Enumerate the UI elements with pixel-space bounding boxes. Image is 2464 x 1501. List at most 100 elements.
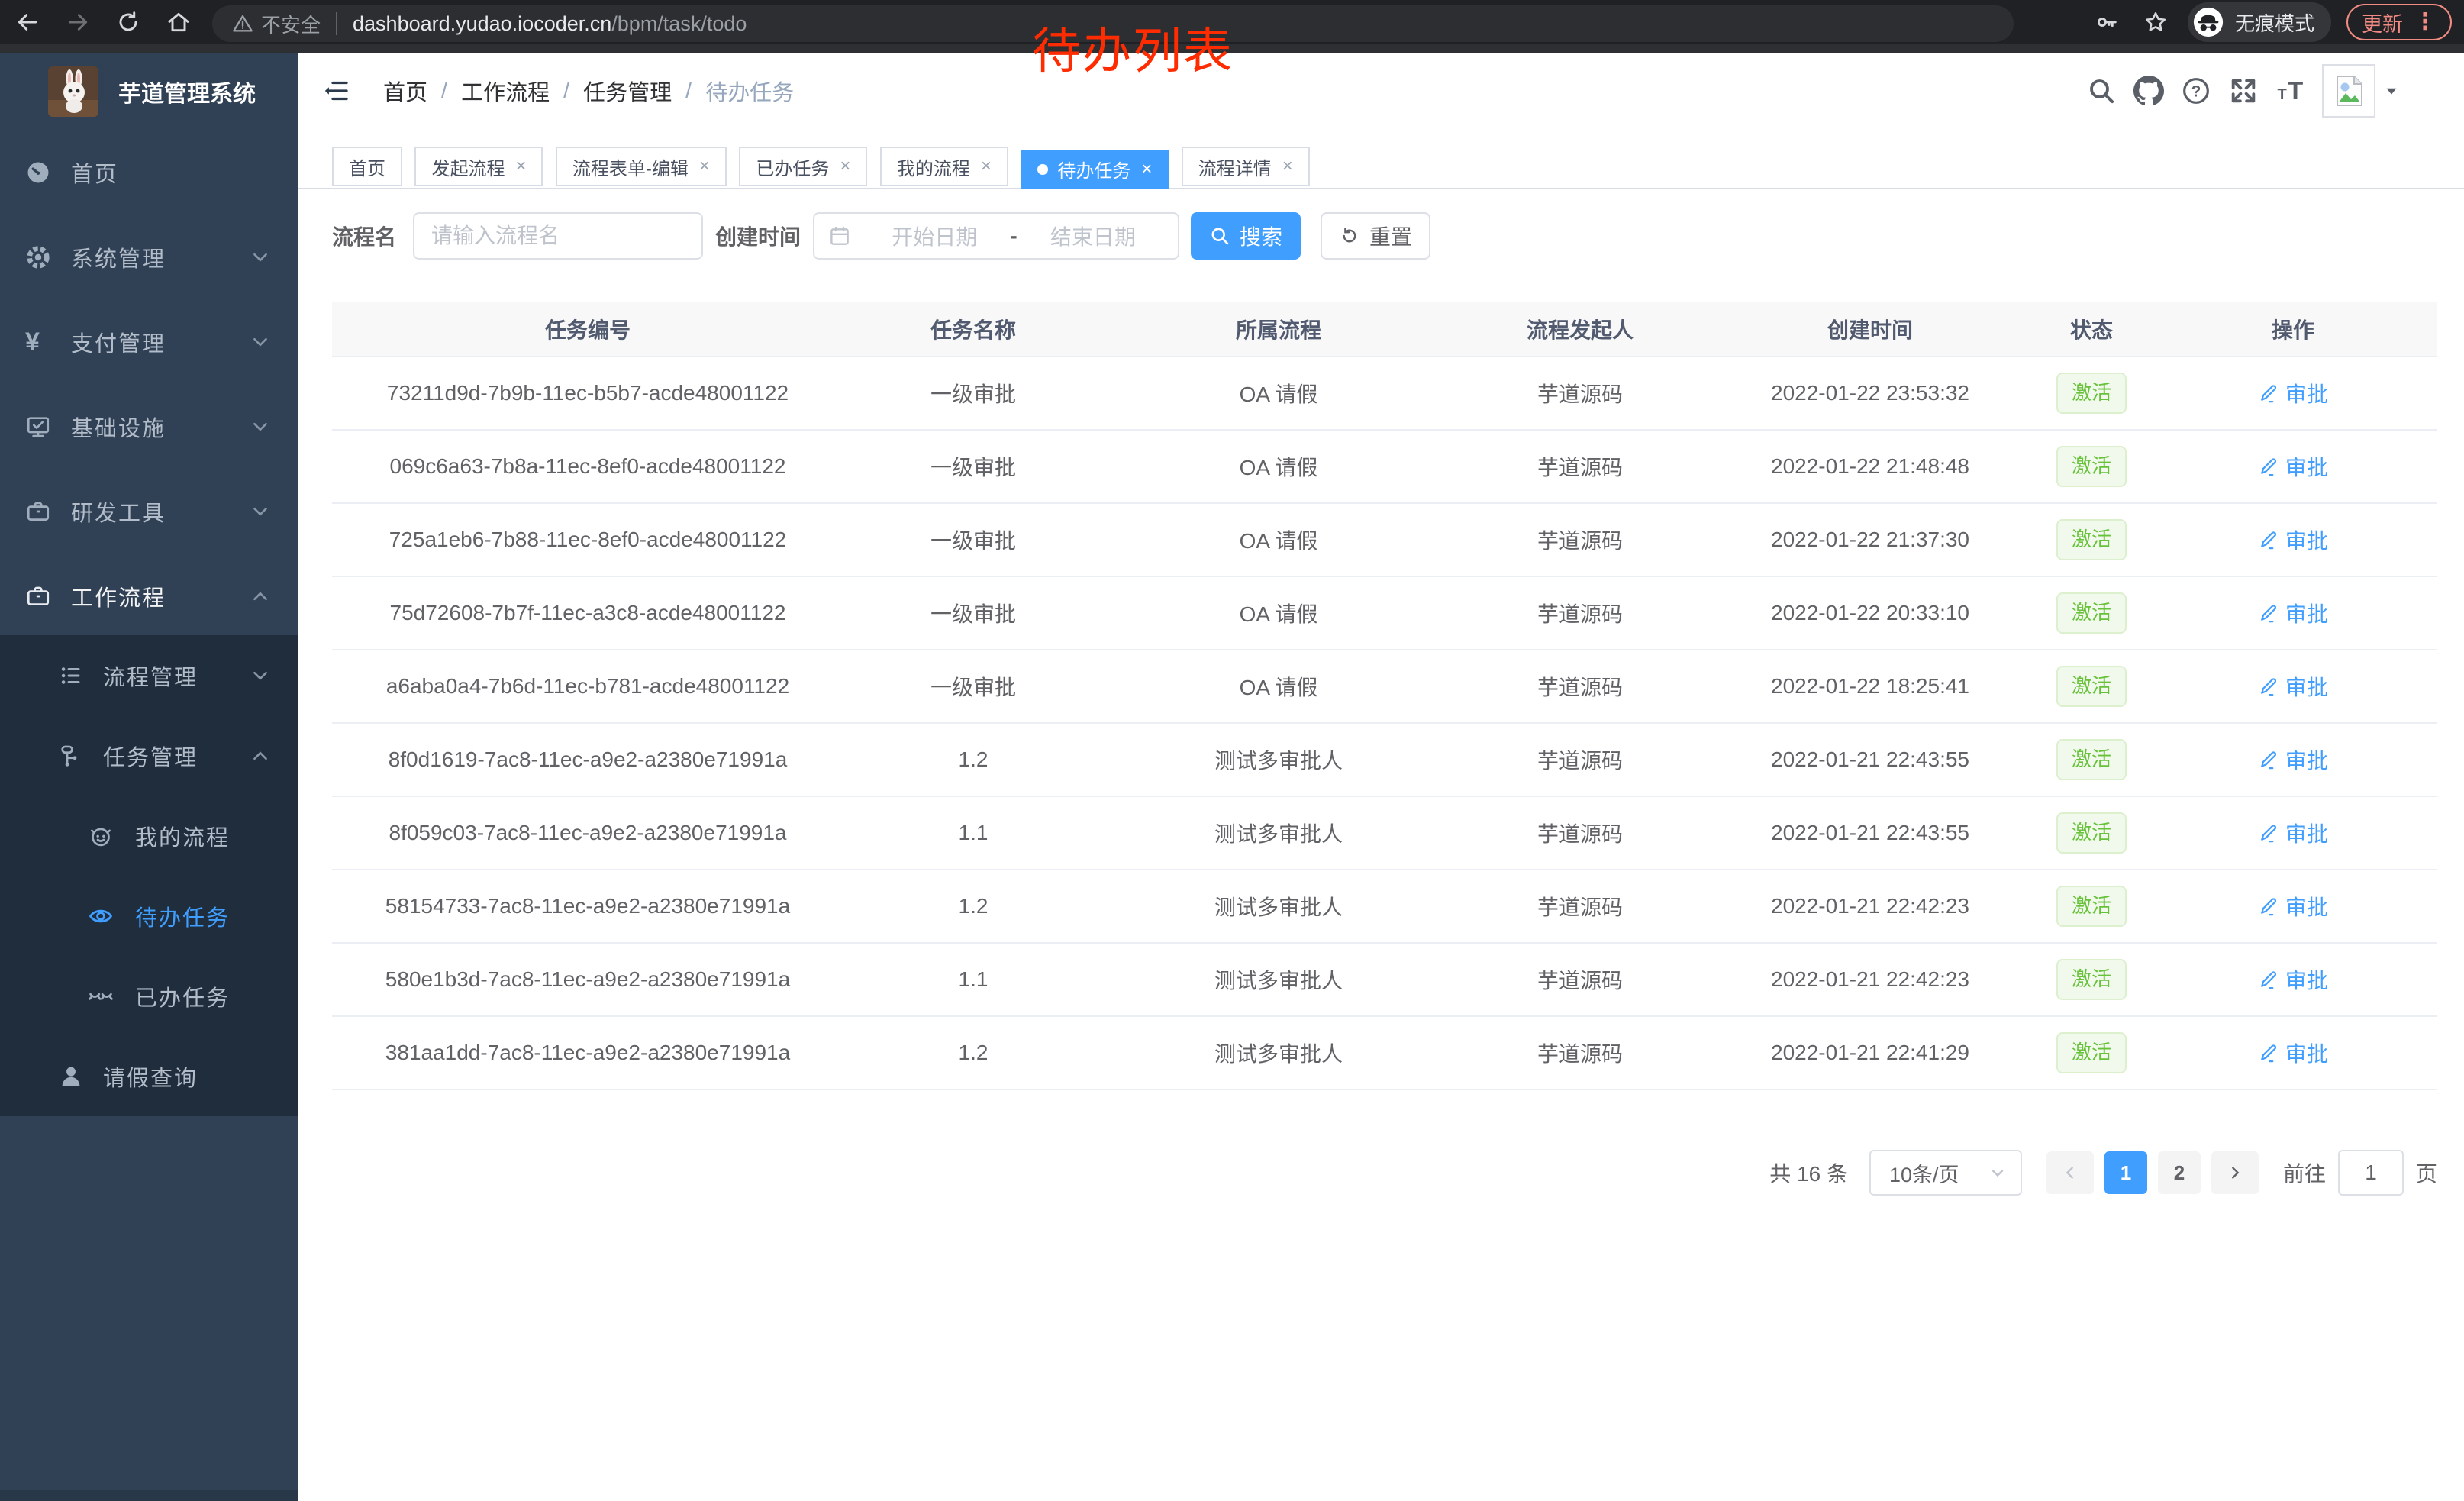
approve-link[interactable]: 审批 (2258, 891, 2328, 922)
task-time: 2022-01-22 21:37:30 (1706, 503, 2034, 576)
top-navbar: 首页 / 工作流程 / 任务管理 / 待办任务 ? (298, 53, 2464, 128)
page-button-2[interactable]: 2 (2158, 1151, 2201, 1194)
sidebar-item-label: 工作流程 (71, 580, 166, 612)
tab-home[interactable]: 首页 (332, 147, 402, 186)
sidebar-item-process-mgmt[interactable]: 流程管理 (0, 635, 298, 715)
page-size-select[interactable]: 10条/页 (1869, 1150, 2022, 1196)
breadcrumb-item[interactable]: 工作流程 (461, 75, 550, 107)
close-icon[interactable]: × (981, 157, 992, 176)
approve-link[interactable]: 审批 (2258, 378, 2328, 408)
status-badge: 激活 (2056, 666, 2127, 706)
browser-menu-icon[interactable]: ⋮ (2414, 11, 2437, 34)
tab-my-process[interactable]: 我的流程 × (880, 147, 1008, 186)
task-process: 测试多审批人 (1103, 796, 1454, 870)
sidebar-item-my-process[interactable]: 我的流程 (0, 796, 298, 876)
search-button[interactable]: 搜索 (1191, 212, 1301, 260)
navbar-actions: ? TT (2078, 53, 2464, 128)
task-id: 069c6a63-7b8a-11ec-8ef0-acde48001122 (332, 430, 843, 503)
status-badge: 激活 (2056, 1032, 2127, 1073)
close-icon[interactable]: × (1141, 160, 1152, 179)
user-avatar[interactable] (2322, 64, 2375, 118)
task-process: OA 请假 (1103, 650, 1454, 723)
sidebar-collapse-bar[interactable] (0, 1490, 298, 1501)
table-row: a6aba0a4-7b6d-11ec-b781-acde48001122 一级审… (332, 650, 2437, 723)
sidebar-item-infra[interactable]: 基础设施 (0, 384, 298, 469)
date-range-picker[interactable]: 开始日期 - 结束日期 (813, 212, 1179, 260)
briefcase-icon (25, 583, 51, 609)
approve-link[interactable]: 审批 (2258, 598, 2328, 628)
sidebar-item-home[interactable]: 首页 (0, 130, 298, 215)
column-header: 流程发起人 (1454, 302, 1706, 357)
sidebar-item-devtools[interactable]: 研发工具 (0, 469, 298, 554)
approve-link[interactable]: 审批 (2258, 451, 2328, 482)
edit-pen-icon (2258, 602, 2279, 624)
sidebar-item-label: 系统管理 (71, 241, 166, 273)
chevron-up-icon (250, 746, 270, 766)
close-icon[interactable]: × (840, 157, 850, 176)
forward-icon[interactable] (61, 5, 95, 39)
tab-form-edit[interactable]: 流程表单-编辑 × (556, 147, 727, 186)
caret-down-icon[interactable] (2383, 82, 2400, 99)
back-icon[interactable] (11, 5, 44, 39)
task-starter: 芋道源码 (1454, 870, 1706, 943)
page-button-1[interactable]: 1 (2104, 1151, 2147, 1194)
reset-button[interactable]: 重置 (1321, 212, 1430, 260)
sidebar-item-workflow[interactable]: 工作流程 (0, 554, 298, 638)
sidebar-item-payment[interactable]: ¥ 支付管理 (0, 299, 298, 384)
approve-label: 审批 (2285, 744, 2328, 775)
breadcrumb-item[interactable]: 任务管理 (583, 75, 672, 107)
edit-pen-icon (2258, 1042, 2279, 1064)
sidebar-item-done-tasks[interactable]: 已办任务 (0, 956, 298, 1036)
approve-link[interactable]: 审批 (2258, 744, 2328, 775)
breadcrumb-item[interactable]: 首页 (383, 75, 427, 107)
process-name-input[interactable] (413, 212, 703, 260)
not-secure-icon (232, 13, 253, 34)
goto-page-input[interactable] (2338, 1150, 2404, 1196)
approve-label: 审批 (2285, 378, 2328, 408)
tab-done-tasks[interactable]: 已办任务 × (739, 147, 867, 186)
tab-todo-tasks[interactable]: 待办任务 × (1021, 150, 1169, 189)
github-icon[interactable] (2125, 67, 2172, 115)
approve-link[interactable]: 审批 (2258, 964, 2328, 995)
tab-process-detail[interactable]: 流程详情 × (1182, 147, 1310, 186)
task-process: 测试多审批人 (1103, 943, 1454, 1016)
sidebar-item-system[interactable]: 系统管理 (0, 215, 298, 299)
close-icon[interactable]: × (515, 157, 526, 176)
approve-link[interactable]: 审批 (2258, 671, 2328, 702)
next-page-button[interactable] (2211, 1151, 2259, 1194)
task-name: 一级审批 (843, 576, 1103, 650)
logo-row[interactable]: 芋道管理系统 (0, 53, 298, 130)
column-header: 所属流程 (1103, 302, 1454, 357)
close-icon[interactable]: × (1282, 157, 1293, 176)
approve-link[interactable]: 审批 (2258, 525, 2328, 555)
sidebar-item-leave-query[interactable]: 请假查询 (0, 1036, 298, 1116)
table-row: 580e1b3d-7ac8-11ec-a9e2-a2380e71991a 1.1… (332, 943, 2437, 1016)
update-button[interactable]: 更新 ⋮ (2346, 4, 2452, 40)
sidebar-item-todo-tasks[interactable]: 待办任务 (0, 876, 298, 956)
close-icon[interactable]: × (699, 157, 710, 176)
chevron-down-icon (1988, 1164, 2007, 1182)
key-icon[interactable] (2090, 5, 2124, 39)
bookmark-star-icon[interactable] (2139, 5, 2172, 39)
approve-link[interactable]: 审批 (2258, 1038, 2328, 1068)
task-id: 73211d9d-7b9b-11ec-b5b7-acde48001122 (332, 357, 843, 430)
start-date-placeholder: 开始日期 (863, 221, 1005, 251)
reload-icon[interactable] (111, 5, 145, 39)
hamburger-icon[interactable] (321, 74, 354, 108)
fullscreen-icon[interactable] (2220, 67, 2267, 115)
home-icon[interactable] (162, 5, 195, 39)
yen-icon: ¥ (25, 329, 40, 355)
table-row: 725a1eb6-7b88-11ec-8ef0-acde48001122 一级审… (332, 503, 2437, 576)
task-starter: 芋道源码 (1454, 650, 1706, 723)
font-size-icon[interactable]: TT (2267, 67, 2314, 115)
task-process: 测试多审批人 (1103, 870, 1454, 943)
approve-link[interactable]: 审批 (2258, 818, 2328, 848)
help-icon[interactable]: ? (2172, 67, 2220, 115)
sidebar-item-task-mgmt[interactable]: 任务管理 (0, 715, 298, 796)
tab-start-process[interactable]: 发起流程 × (414, 147, 543, 186)
approve-label: 审批 (2285, 964, 2328, 995)
search-icon[interactable] (2078, 67, 2125, 115)
update-label: 更新 (2362, 8, 2403, 37)
incognito-icon (2192, 6, 2224, 38)
prev-page-button[interactable] (2046, 1151, 2094, 1194)
